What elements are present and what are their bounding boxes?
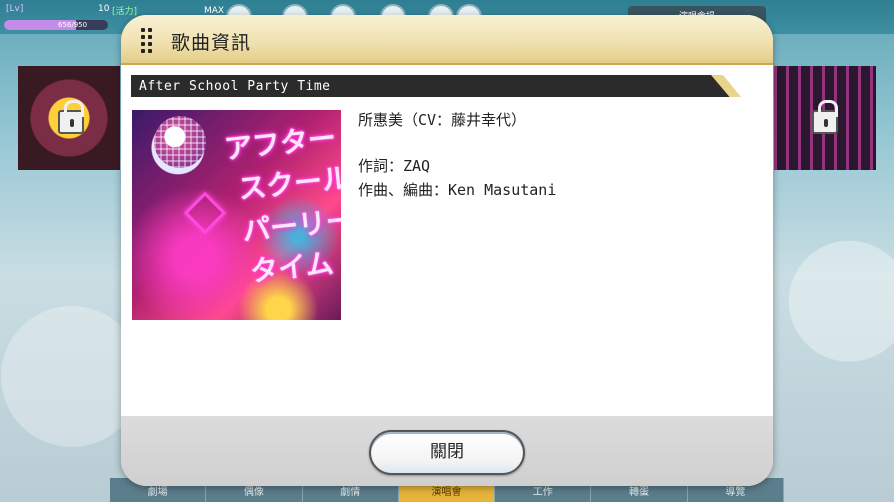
dialog-footer: 關閉: [121, 416, 773, 486]
song-info-dialog: 歌曲資訊 After School Party Time アフター スクール パ…: [121, 15, 773, 486]
grip-icon: [141, 28, 153, 54]
stamina-bar: [4, 20, 108, 30]
locked-song-card-left[interactable]: [18, 66, 120, 170]
lock-icon: [58, 100, 84, 134]
heart-art: [183, 191, 227, 235]
dialog-header: 歌曲資訊: [121, 15, 773, 65]
locked-song-card-right[interactable]: [774, 66, 876, 170]
composition-credit: 作曲、編曲：Ken Masutani: [358, 181, 557, 199]
song-jacket-image: アフター スクール パーリー タイム: [132, 110, 341, 320]
stamina-value: 656/950: [58, 21, 88, 29]
dialog-title: 歌曲資訊: [171, 32, 252, 54]
lyrics-credit: 作詞：ZAQ: [358, 157, 431, 175]
jacket-text-line: タイム: [248, 246, 336, 289]
level-value: 10: [98, 4, 110, 14]
level-label: [Lv]: [6, 4, 24, 14]
disco-ball-art: [154, 116, 206, 168]
lock-icon: [812, 100, 838, 134]
song-credits: 所惠美（CV：藤井幸代） 作詞：ZAQ 作曲、編曲：Ken Masutani: [358, 108, 556, 202]
song-name: After School Party Time: [139, 79, 331, 94]
singer-credit: 所惠美（CV：藤井幸代）: [358, 111, 527, 129]
close-button[interactable]: 關閉: [369, 430, 525, 475]
